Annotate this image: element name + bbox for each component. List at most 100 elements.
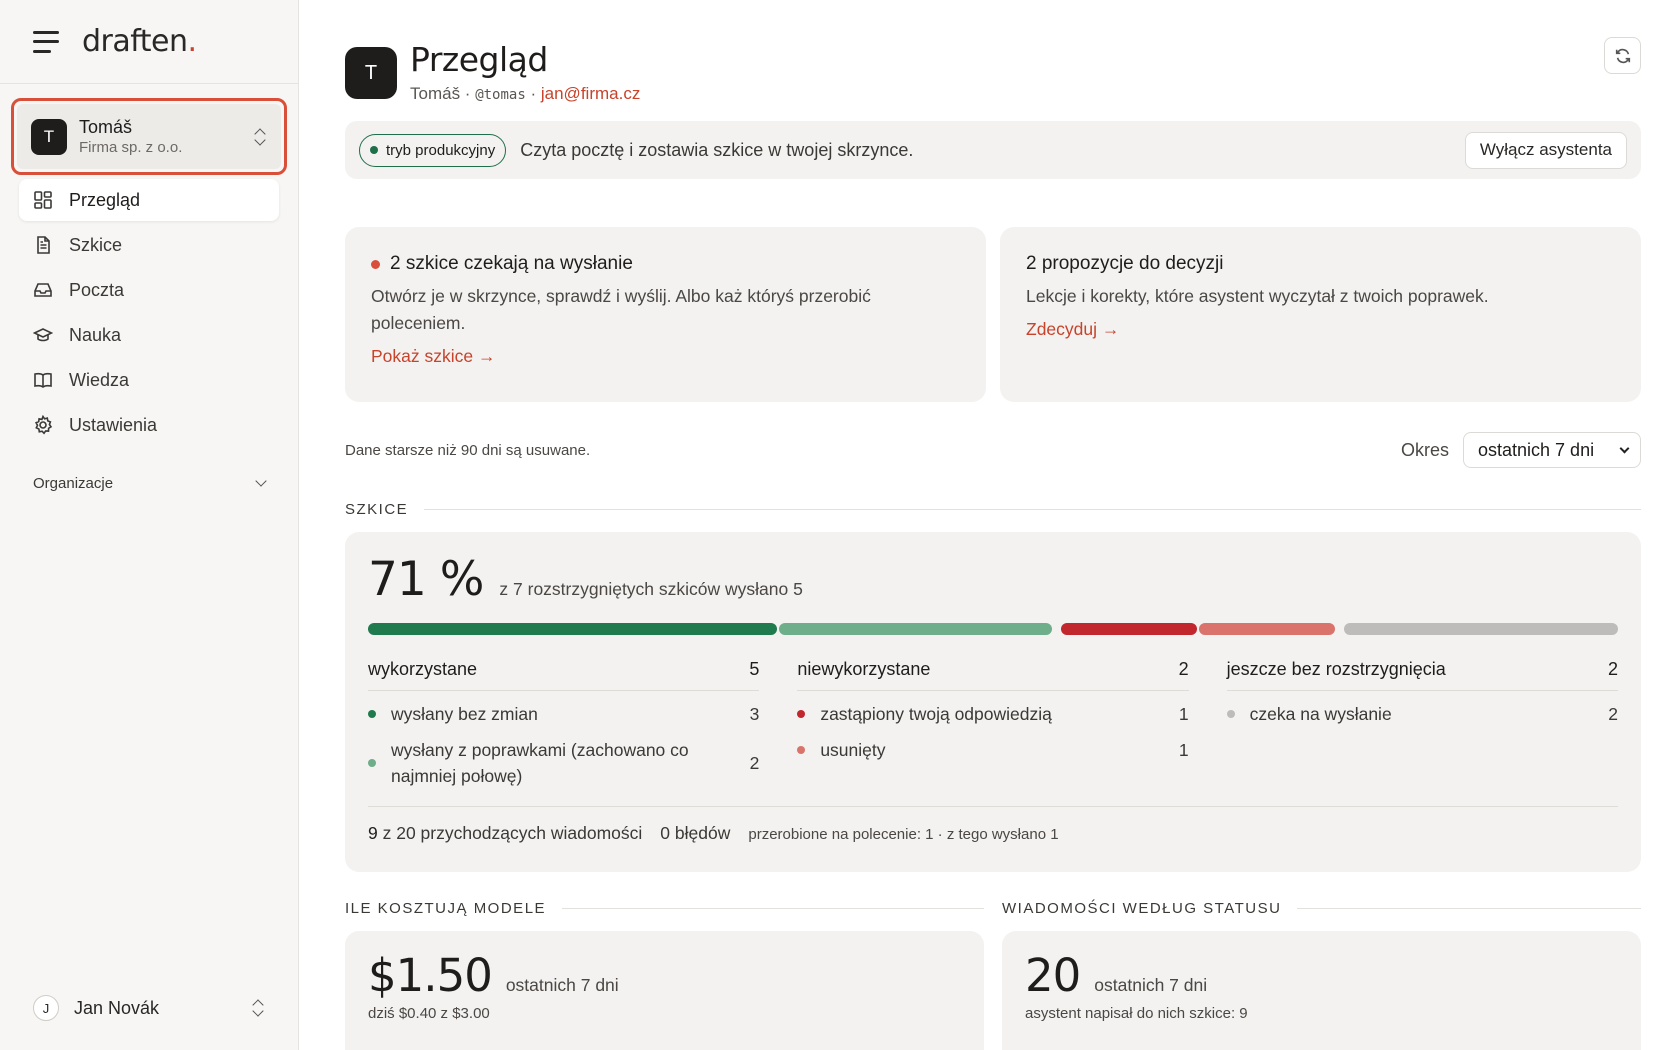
sidebar: draften. T Tomáš Firma sp. z o.o. Przegl… [0,0,299,1050]
messages-card: 20 ostatnich 7 dni asystent napisał do ni… [1002,931,1641,1050]
sidebar-item-label: Szkice [69,234,123,255]
chevron-down-icon [1619,443,1630,453]
card-text: Lekcje i korekty, które asystent wyczyta… [1026,286,1489,306]
breakdown-row-text: wysłany bez zmian [391,704,538,724]
breakdown-row-text: zastąpiony twoją odpowiedzią [820,704,1052,724]
sidebar-item-nauka[interactable]: Nauka [19,314,279,356]
breakdown-row-count: 1 [1178,704,1189,724]
incoming-text: z 20 przychodzących wiadomości [377,823,643,843]
costs-column: ILE KOSZTUJĄ MODELE $1.50 ostatnich 7 dni… [345,900,984,1050]
drafts-stats-card: 71 % z 7 rozstrzygniętych szkiców wysłan… [345,532,1641,872]
org-switcher-highlight: T Tomáš Firma sp. z o.o. [11,98,287,175]
banner-text: Czyta pocztę i zostawia szkice w twojej … [520,139,914,160]
breakdown-row-label: wysłany bez zmian [368,701,538,727]
divider [424,509,1641,510]
breakdown-column: wykorzystane 5 wysłany bez zmian 3 wysłany z… [368,659,760,789]
profile-email-link[interactable]: jan@firma.cz [541,84,640,103]
sidebar-item-przeglad[interactable]: Przegląd [19,179,279,221]
drafts-progress-bar [368,623,1618,635]
incoming-count: 9 z 20 przychodzących wiadomości [368,823,642,844]
drafts-summary: 71 % z 7 rozstrzygniętych szkiców wysłan… [368,552,1618,607]
messages-value: 20 [1025,949,1081,1002]
assistant-status-banner: tryb produkcyjny Czyta pocztę i zostawia… [345,121,1641,179]
profile-subline: Tomáš · @tomas · jan@firma.cz [410,84,640,104]
rework-note: przerobione na polecenie: 1 · z tego wys… [748,826,1059,843]
breakdown-count: 2 [1178,659,1189,679]
costs-period: ostatnich 7 dni [505,975,619,995]
sidebar-item-wiedza[interactable]: Wiedza [19,359,279,401]
gear-icon [33,415,53,435]
drafts-section-header: SZKICE [345,501,1641,518]
retention-note: Dane starsze niż 90 dni są usuwane. [345,441,591,459]
section-title: WIADOMOŚCI WEDŁUG STATUSU [1002,900,1282,917]
breakdown-row-label: wysłany z poprawkami (zachowano co najmn… [368,737,728,789]
show-drafts-link[interactable]: Pokaż szkice → [371,346,495,367]
card-title: 2 szkice czekają na wysłanie [371,253,960,275]
bar-segment [1344,623,1618,635]
breakdown-row: zastąpiony twoją odpowiedzią 1 [797,701,1189,727]
proposals-card: 2 propozycje do decyzji Lekcje i korekty… [1000,227,1641,402]
error-count: 0 błędów [660,823,731,843]
breakdown-row-count: 2 [1608,704,1618,724]
status-dot [368,759,376,767]
org-section-toggle[interactable]: Organizacje [19,468,279,498]
breakdown-column: jeszcze bez rozstrzygnięcia 2 czeka na wys… [1226,659,1618,789]
chevron-up-down-icon [253,127,267,147]
menu-icon[interactable] [33,30,59,53]
sidebar-item-ustawienia[interactable]: Ustawienia [19,404,279,446]
decide-link[interactable]: Zdecyduj → [1026,319,1119,340]
sidebar-item-szkice[interactable]: Szkice [19,224,279,266]
period-label: Okres [1400,439,1449,460]
drafts-waiting-card: 2 szkice czekają na wysłanie Otwórz je w… [345,227,986,402]
status-dot [368,710,376,718]
separator: · [460,84,476,103]
refresh-icon [1615,48,1630,63]
user-avatar: J [33,995,59,1021]
mode-label: tryb produkcyjny [386,141,496,159]
sidebar-item-poczta[interactable]: Poczta [19,269,279,311]
user-menu[interactable]: J Jan Novák [19,988,279,1028]
period-select[interactable]: ostatnich 7 dni [1463,432,1641,468]
section-title: SZKICE [345,501,409,518]
breakdown-column-header: jeszcze bez rozstrzygnięcia 2 [1226,659,1618,691]
refresh-button[interactable] [1604,37,1641,74]
breakdown-count: 5 [749,659,760,679]
page-header: T Przegląd Tomáš · @tomas · jan@firma.cz [345,40,1641,104]
drafts-percent: 71 % [368,552,484,607]
action-cards: 2 szkice czekają na wysłanie Otwórz je w… [345,227,1641,402]
breakdown-row-label: usunięty [797,737,886,763]
sidebar-item-label: Poczta [69,279,125,300]
disable-assistant-button[interactable]: Wyłącz asystenta [1464,131,1627,169]
org-avatar: T [31,118,67,155]
separator: · [525,84,541,103]
sidebar-nav: Przegląd Szkice Poczta Nauka Wiedza Usta… [0,179,298,446]
costs-note: dziś $0.40 z $3.00 [368,1005,490,1022]
status-dot [370,146,378,154]
card-text: Otwórz je w skrzynce, sprawdź i wyślij. … [371,286,871,333]
messages-period: ostatnich 7 dni [1094,975,1208,995]
bar-group-unused [1061,623,1336,635]
bar-group-pending [1344,623,1618,635]
breakdown-row: czeka na wysłanie 2 [1226,701,1618,727]
breakdown-column-header: wykorzystane 5 [368,659,760,691]
breakdown-row-label: zastąpiony twoją odpowiedzią [797,701,1052,727]
sidebar-item-label: Ustawienia [69,414,158,435]
user-name: Jan Novák [74,997,160,1018]
document-icon [33,235,53,255]
org-switcher[interactable]: T Tomáš Firma sp. z o.o. [17,104,281,169]
breakdown-row-text: usunięty [820,740,886,760]
org-section-label: Organizacje [33,474,114,492]
status-dot [1226,710,1235,718]
breakdown-row-count: 1 [1178,740,1189,760]
bar-group-used [368,623,1053,635]
incoming-num: 9 [368,823,378,843]
breakdown-row-text: czeka na wysłanie [1249,704,1392,724]
org-text: Tomáš Firma sp. z o.o. [79,116,253,158]
profile-name: Tomáš [410,84,461,103]
divider [1297,908,1641,909]
sidebar-item-label: Nauka [69,324,122,345]
org-name: Tomáš [79,116,133,137]
profile-handle: @tomas [475,87,526,103]
logo: draften. [82,24,197,59]
status-dot [797,746,806,754]
